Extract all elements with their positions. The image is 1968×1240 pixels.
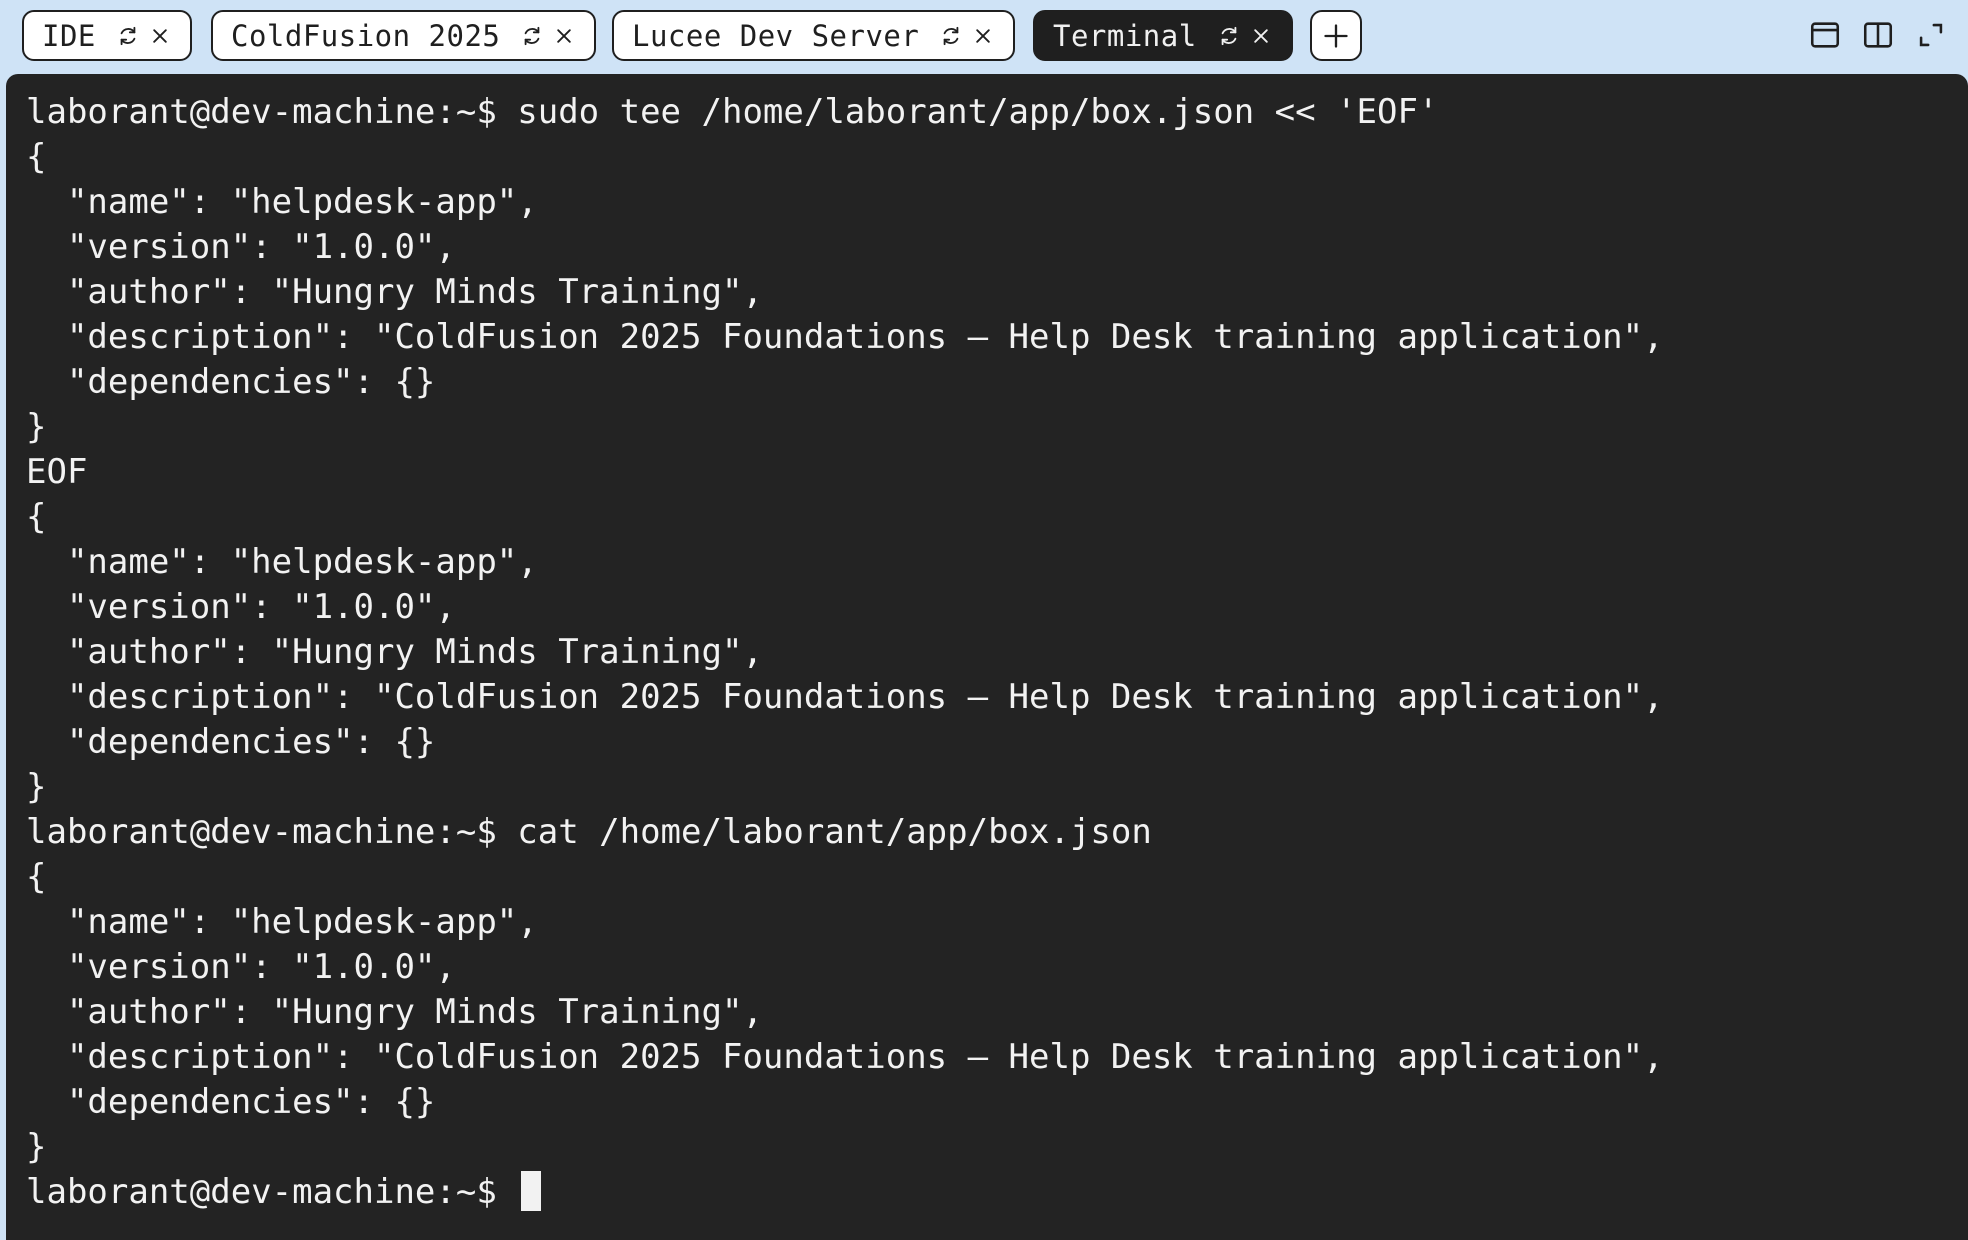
terminal-line: { (26, 857, 47, 897)
terminal-line: EOF (26, 452, 88, 492)
terminal-line: "author": "Hungry Minds Training", (26, 632, 763, 672)
split-view-button[interactable] (1859, 16, 1897, 54)
plus-icon (1322, 22, 1350, 50)
refresh-icon[interactable] (937, 22, 965, 50)
terminal-line: { (26, 497, 47, 537)
tab-label: Terminal (1053, 18, 1197, 53)
terminal-line: "description": "ColdFusion 2025 Foundati… (26, 317, 1664, 357)
close-icon[interactable] (969, 22, 997, 50)
tab-label: ColdFusion 2025 (231, 18, 501, 53)
close-icon[interactable] (146, 22, 174, 50)
terminal-line: "dependencies": {} (26, 362, 436, 402)
tab-ide[interactable]: IDE (22, 10, 192, 61)
tab-label: Lucee Dev Server (632, 18, 920, 53)
terminal-line: "description": "ColdFusion 2025 Foundati… (26, 677, 1664, 717)
terminal-line: laborant@dev-machine:~$ sudo tee /home/l… (26, 92, 1439, 132)
terminal-line: "author": "Hungry Minds Training", (26, 992, 763, 1032)
tab-bar: IDE ColdFusion 2025 Lucee Dev Server Ter… (0, 0, 1968, 74)
split-view-icon (1861, 18, 1895, 52)
terminal-line: laborant@dev-machine:~$ cat /home/labora… (26, 812, 1152, 852)
refresh-icon[interactable] (114, 22, 142, 50)
window-icon (1808, 18, 1842, 52)
terminal-line: } (26, 767, 47, 807)
tab-label: IDE (42, 18, 96, 53)
close-icon[interactable] (550, 22, 578, 50)
add-tab-button[interactable] (1310, 10, 1362, 61)
terminal-prompt-line[interactable]: laborant@dev-machine:~$ (26, 1170, 1968, 1215)
tab-terminal[interactable]: Terminal (1033, 10, 1293, 61)
terminal-line: "description": "ColdFusion 2025 Foundati… (26, 1037, 1664, 1077)
window-button[interactable] (1806, 16, 1844, 54)
terminal-line: "name": "helpdesk-app", (26, 542, 538, 582)
terminal-line: "version": "1.0.0", (26, 947, 456, 987)
terminal-cursor (521, 1171, 542, 1211)
terminal-line: } (26, 1127, 47, 1167)
tab-lucee-dev-server[interactable]: Lucee Dev Server (612, 10, 1016, 61)
terminal-line: "version": "1.0.0", (26, 227, 456, 267)
terminal-line: "author": "Hungry Minds Training", (26, 272, 763, 312)
expand-button[interactable] (1912, 16, 1950, 54)
refresh-icon[interactable] (518, 22, 546, 50)
terminal-line: "version": "1.0.0", (26, 587, 456, 627)
terminal-line: "name": "helpdesk-app", (26, 902, 538, 942)
refresh-icon[interactable] (1215, 22, 1243, 50)
terminal-line: "dependencies": {} (26, 1082, 436, 1122)
close-icon[interactable] (1247, 22, 1275, 50)
expand-icon (1914, 18, 1948, 52)
terminal-line: { (26, 137, 47, 177)
terminal-prompt: laborant@dev-machine:~$ (26, 1172, 518, 1212)
terminal-output[interactable]: laborant@dev-machine:~$ sudo tee /home/l… (6, 74, 1968, 1240)
terminal-line: "name": "helpdesk-app", (26, 182, 538, 222)
terminal-line: } (26, 407, 47, 447)
tab-coldfusion-2025[interactable]: ColdFusion 2025 (211, 10, 597, 61)
terminal-line: "dependencies": {} (26, 722, 436, 762)
